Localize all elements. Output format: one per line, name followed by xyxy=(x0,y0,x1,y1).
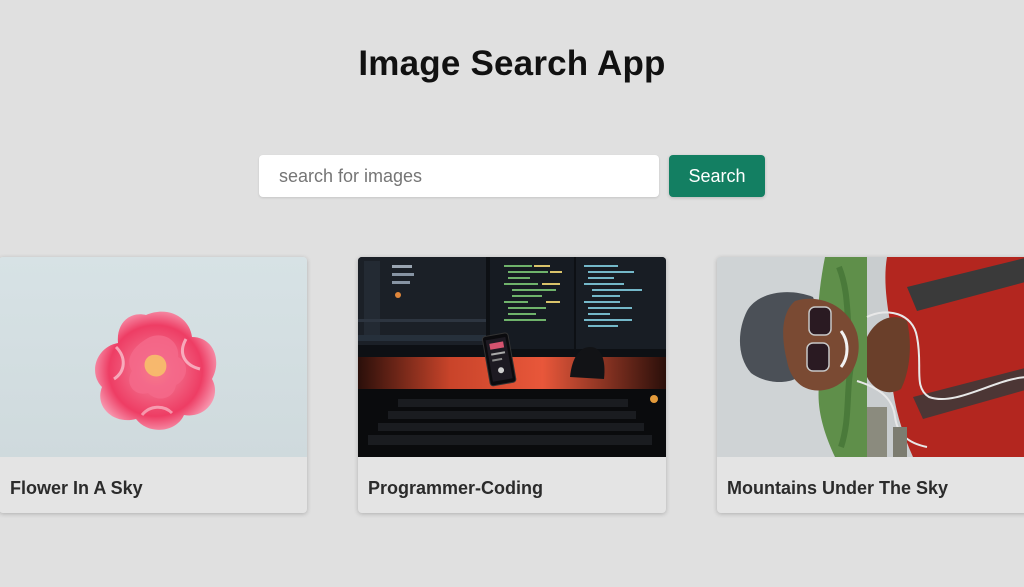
card-caption: Mountains Under The Sky xyxy=(727,478,949,498)
search-input[interactable] xyxy=(259,155,659,197)
person-selfie-image[interactable] xyxy=(717,257,1024,457)
result-card[interactable]: Mountains Under The Sky xyxy=(717,257,1024,513)
card-caption: Programmer-Coding xyxy=(368,478,544,498)
search-button[interactable]: Search xyxy=(669,155,765,197)
page-title: Image Search App xyxy=(358,44,666,83)
programmer-coding-image[interactable] xyxy=(358,257,666,457)
result-card[interactable]: Flower In A Sky xyxy=(0,257,307,513)
search-form: Search xyxy=(259,155,765,197)
result-card[interactable]: Programmer-Coding xyxy=(358,257,666,513)
image-search-page: Image Search App Search xyxy=(0,0,1024,587)
flower-image[interactable] xyxy=(0,257,307,457)
card-caption: Flower In A Sky xyxy=(10,478,143,498)
